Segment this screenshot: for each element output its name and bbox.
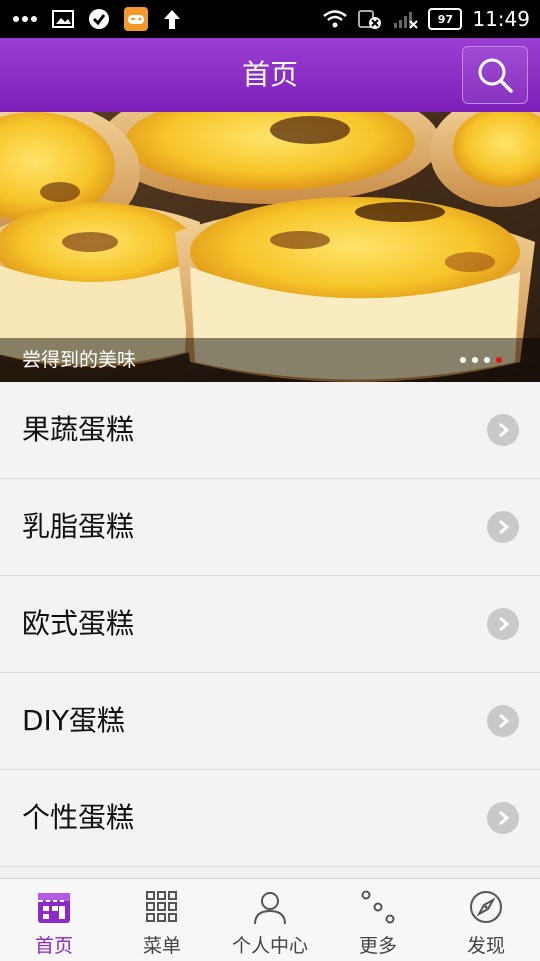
carousel-dot[interactable] [460, 357, 466, 363]
status-time: 11:49 [472, 7, 530, 31]
search-icon [478, 58, 513, 93]
check-icon [88, 8, 110, 30]
wifi-icon [322, 9, 348, 29]
battery-level: 97 [437, 12, 454, 26]
list-item-label: 乳脂蛋糕 [22, 510, 135, 543]
sim-icon [358, 8, 382, 30]
list-item[interactable]: DIY蛋糕 [0, 673, 540, 770]
more-circles-icon [358, 887, 398, 927]
tab-label: 菜单 [142, 935, 181, 957]
category-list: 果蔬蛋糕 乳脂蛋糕 欧式蛋糕 DIY蛋糕 个性蛋糕 [0, 382, 540, 867]
chevron-right-icon [487, 802, 519, 834]
bottom-tab-bar: 首页 菜单 个人中心 更多 发现 [0, 878, 540, 961]
list-item[interactable]: 个性蛋糕 [0, 770, 540, 867]
store-icon [34, 887, 74, 927]
list-item-label: 欧式蛋糕 [22, 607, 135, 640]
tab-discover[interactable]: 发现 [432, 879, 540, 961]
chevron-right-icon [487, 705, 519, 737]
game-icon [124, 7, 148, 31]
tab-menu[interactable]: 菜单 [108, 879, 216, 961]
more-dots-icon [12, 15, 38, 23]
grid-icon [142, 887, 182, 927]
tab-label: 发现 [466, 935, 505, 957]
chevron-right-icon [487, 414, 519, 446]
compass-icon [466, 887, 506, 927]
battery-icon: 97 [428, 8, 463, 30]
image-icon [52, 9, 74, 29]
tab-more[interactable]: 更多 [324, 879, 432, 961]
chevron-right-icon [487, 511, 519, 543]
tab-profile[interactable]: 个人中心 [216, 879, 324, 961]
tab-label: 更多 [358, 935, 397, 957]
tab-label: 个人中心 [231, 935, 308, 957]
banner-caption: 尝得到的美味 [22, 349, 137, 371]
signal-icon [392, 9, 419, 29]
list-item[interactable]: 欧式蛋糕 [0, 576, 540, 673]
tab-label: 首页 [34, 935, 73, 957]
carousel-dot[interactable] [484, 357, 490, 363]
title-bar: 首页 [0, 38, 540, 112]
banner-carousel[interactable]: 尝得到的美味 [0, 112, 540, 382]
tab-home[interactable]: 首页 [0, 879, 108, 961]
search-button[interactable] [462, 46, 528, 104]
list-item-label: 个性蛋糕 [22, 801, 135, 834]
status-bar: 97 11:49 [0, 0, 540, 38]
carousel-indicator [460, 357, 502, 363]
upload-arrow-icon [162, 8, 182, 30]
page-title: 首页 [241, 58, 298, 91]
chevron-right-icon [487, 608, 519, 640]
list-item-label: DIY蛋糕 [22, 704, 125, 737]
carousel-dot[interactable] [472, 357, 478, 363]
person-icon [250, 887, 290, 927]
carousel-dot-active[interactable] [496, 357, 502, 363]
banner-caption-bar: 尝得到的美味 [0, 338, 540, 382]
list-item-label: 果蔬蛋糕 [22, 413, 135, 446]
list-item[interactable]: 乳脂蛋糕 [0, 479, 540, 576]
list-item[interactable]: 果蔬蛋糕 [0, 382, 540, 479]
